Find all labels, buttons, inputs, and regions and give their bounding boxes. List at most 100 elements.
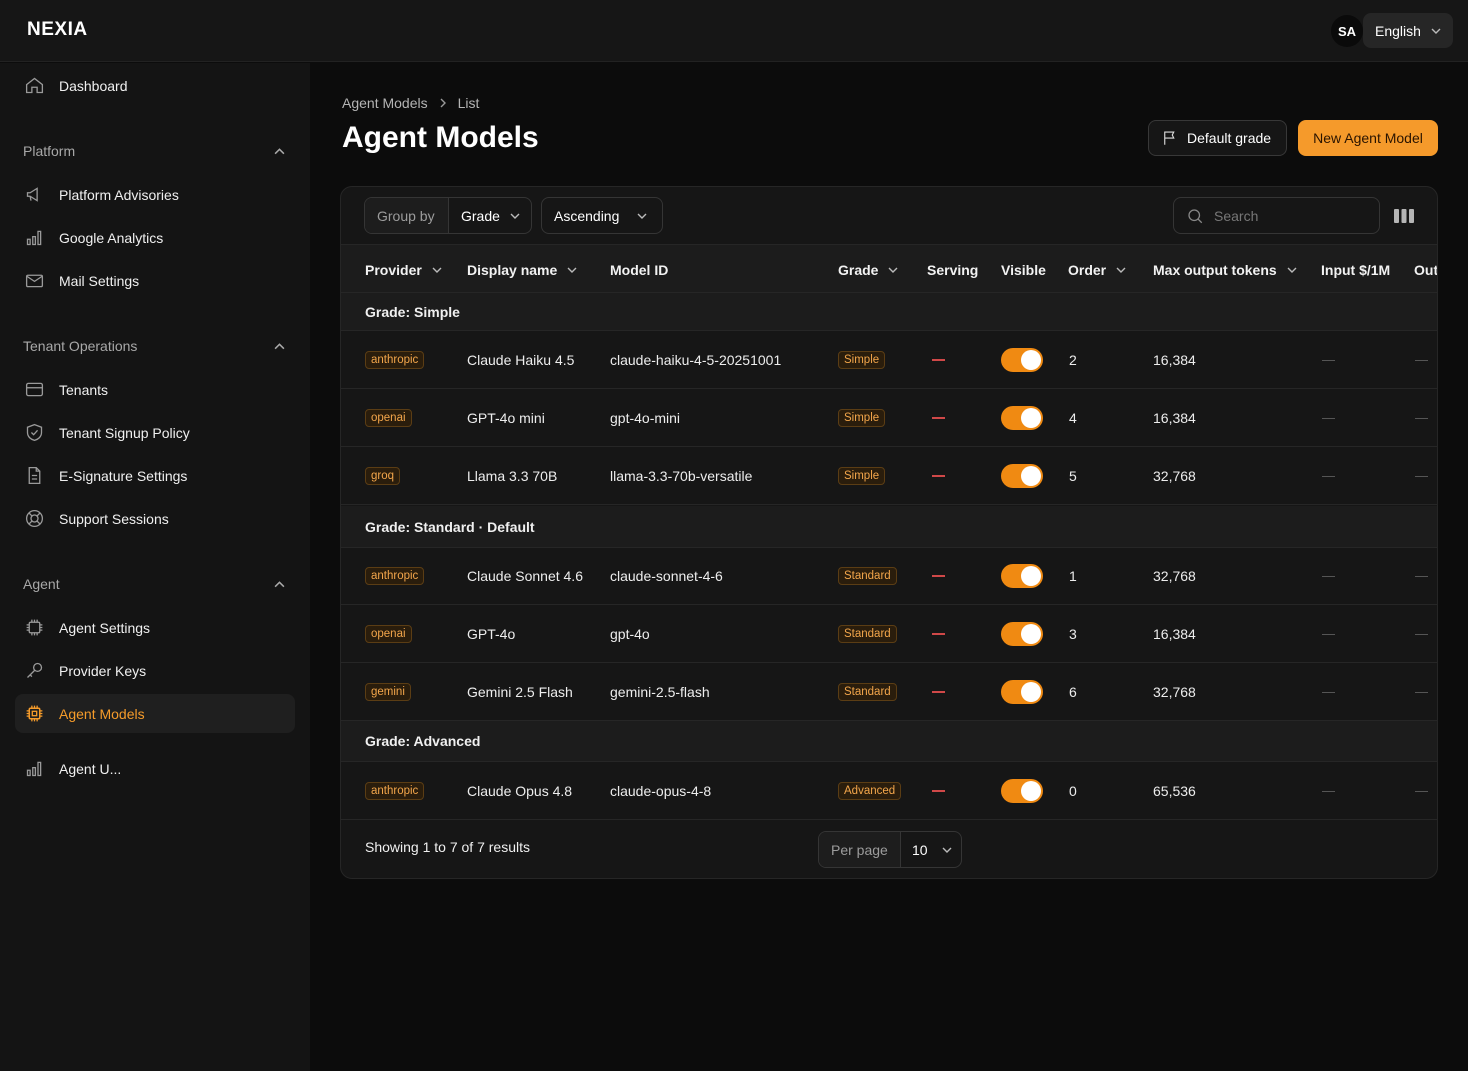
cell-max-output-tokens: 32,768 [1153, 447, 1196, 505]
language-value: English [1375, 22, 1421, 39]
sidebar-item-dashboard[interactable]: Dashboard [15, 66, 295, 105]
table-row[interactable]: gemini Gemini 2.5 Flash gemini-2.5-flash St… [341, 663, 1437, 721]
serving-indicator [932, 575, 945, 577]
group-label: Grade: Advanced [365, 733, 481, 749]
sidebar-item-label: E-Signature Settings [59, 467, 188, 484]
sidebar-item-agent-settings[interactable]: Agent Settings [15, 608, 295, 647]
column-grade[interactable]: Grade [838, 245, 898, 294]
breadcrumb-parent[interactable]: Agent Models [342, 95, 428, 111]
cell-order: 4 [1069, 389, 1077, 447]
cell-display-name: Gemini 2.5 Flash [467, 663, 573, 721]
sidebar-item-tenant-signup-policy[interactable]: Tenant Signup Policy [15, 413, 295, 452]
search-placeholder: Search [1214, 207, 1259, 224]
per-page-select[interactable]: Per page 10 [818, 831, 962, 868]
sidebar-item-esignature-settings[interactable]: E-Signature Settings [15, 456, 295, 495]
cell-order: 2 [1069, 331, 1077, 389]
column-display-name[interactable]: Display name [467, 245, 577, 294]
column-label: Model ID [610, 261, 669, 278]
cell-provider: anthropic [365, 331, 425, 389]
order-value: 4 [1069, 410, 1077, 426]
table-row[interactable]: openai GPT-4o gpt-4o Standard 3 16,384 [341, 605, 1437, 663]
cell-model-id: gpt-4o-mini [610, 389, 680, 447]
cell-model-id: llama-3.3-70b-versatile [610, 447, 752, 505]
user-avatar[interactable]: SA [1331, 15, 1363, 47]
bar-chart-icon [26, 761, 42, 777]
serving-indicator [932, 417, 945, 419]
visible-toggle[interactable] [1001, 406, 1043, 430]
column-max-output-tokens[interactable]: Max output tokens [1153, 245, 1297, 294]
language-select[interactable]: English [1363, 13, 1453, 48]
table-row[interactable]: anthropic Claude Opus 4.8 claude-opus-4-8 A… [341, 762, 1437, 820]
cell-visible[interactable] [1001, 762, 1043, 820]
sidebar-group-agent[interactable]: Agent [23, 576, 285, 592]
sidebar-item-agent-models[interactable]: Agent Models [15, 694, 295, 733]
group-by-select[interactable]: Group by Grade [364, 197, 532, 234]
cell-input-price [1322, 605, 1335, 663]
sidebar-item-mail-settings[interactable]: Mail Settings [15, 261, 295, 300]
app-logo[interactable]: NEXIA [27, 19, 88, 41]
cell-visible[interactable] [1001, 605, 1043, 663]
max-output-tokens: 32,768 [1153, 468, 1196, 484]
cell-visible[interactable] [1001, 389, 1043, 447]
empty-value [1322, 417, 1335, 419]
inbox-icon [25, 382, 44, 397]
sidebar-group-tenant-operations[interactable]: Tenant Operations [23, 338, 285, 354]
cell-grade: Simple [838, 447, 886, 505]
sort-direction-select[interactable]: Ascending [541, 197, 663, 234]
table-row[interactable]: openai GPT-4o mini gpt-4o-mini Simple 4 16,38… [341, 389, 1437, 447]
column-label: Provider [365, 261, 422, 278]
cell-visible[interactable] [1001, 547, 1043, 605]
visible-toggle[interactable] [1001, 779, 1043, 803]
model-id: gpt-4o [610, 626, 650, 642]
search-input[interactable]: Search [1173, 197, 1380, 234]
sidebar-group-platform[interactable]: Platform [23, 143, 285, 159]
columns-icon[interactable] [1393, 206, 1415, 226]
empty-value [1415, 359, 1428, 361]
cpu-icon [26, 619, 43, 636]
sidebar-item-platform-advisories[interactable]: Platform Advisories [15, 175, 295, 214]
cell-order: 0 [1069, 762, 1077, 820]
cell-max-output-tokens: 32,768 [1153, 547, 1196, 605]
visible-toggle[interactable] [1001, 622, 1043, 646]
grade-badge: Standard [838, 683, 897, 701]
column-output-price: Out [1414, 245, 1438, 294]
cell-input-price [1322, 762, 1335, 820]
cell-model-id: claude-opus-4-8 [610, 762, 711, 820]
new-agent-model-button[interactable]: New Agent Model [1298, 120, 1438, 156]
cell-input-price [1322, 389, 1335, 447]
sidebar-item-google-analytics[interactable]: Google Analytics [15, 218, 295, 257]
sidebar-group-label: Platform [23, 143, 76, 159]
sidebar-item-support-sessions[interactable]: Support Sessions [15, 499, 295, 538]
table-row[interactable]: anthropic Claude Sonnet 4.6 claude-sonnet-… [341, 547, 1437, 605]
cell-output-price [1415, 331, 1428, 389]
cell-visible[interactable] [1001, 447, 1043, 505]
column-label: Out [1414, 261, 1438, 278]
breadcrumb: Agent Models List [342, 95, 479, 111]
cell-input-price [1322, 663, 1335, 721]
cell-visible[interactable] [1001, 331, 1043, 389]
cell-display-name: Claude Sonnet 4.6 [467, 547, 583, 605]
column-label: Serving [927, 261, 979, 278]
visible-toggle[interactable] [1001, 564, 1043, 588]
visible-toggle[interactable] [1001, 348, 1043, 372]
table-row[interactable]: anthropic Claude Haiku 4.5 claude-haiku-4-… [341, 331, 1437, 389]
cell-max-output-tokens: 65,536 [1153, 762, 1196, 820]
empty-value [1322, 475, 1335, 477]
column-provider[interactable]: Provider [365, 245, 442, 294]
column-label: Visible [1001, 261, 1046, 278]
sidebar-item-provider-keys[interactable]: Provider Keys [15, 651, 295, 690]
sidebar-item-label: Tenants [59, 381, 109, 398]
column-order[interactable]: Order [1068, 245, 1126, 294]
visible-toggle[interactable] [1001, 464, 1043, 488]
cell-visible[interactable] [1001, 663, 1043, 721]
sidebar-item-agent-usage[interactable]: Agent U... [15, 749, 295, 779]
cell-provider: openai [365, 389, 412, 447]
table-row[interactable]: groq Llama 3.3 70B llama-3.3-70b-versatile… [341, 447, 1437, 505]
column-label: Order [1068, 261, 1107, 278]
visible-toggle[interactable] [1001, 680, 1043, 704]
chevron-down-icon [567, 267, 577, 273]
empty-value [1415, 417, 1428, 419]
cell-output-price [1415, 762, 1428, 820]
default-grade-button[interactable]: Default grade [1148, 120, 1287, 156]
sidebar-item-tenants[interactable]: Tenants [15, 370, 295, 409]
